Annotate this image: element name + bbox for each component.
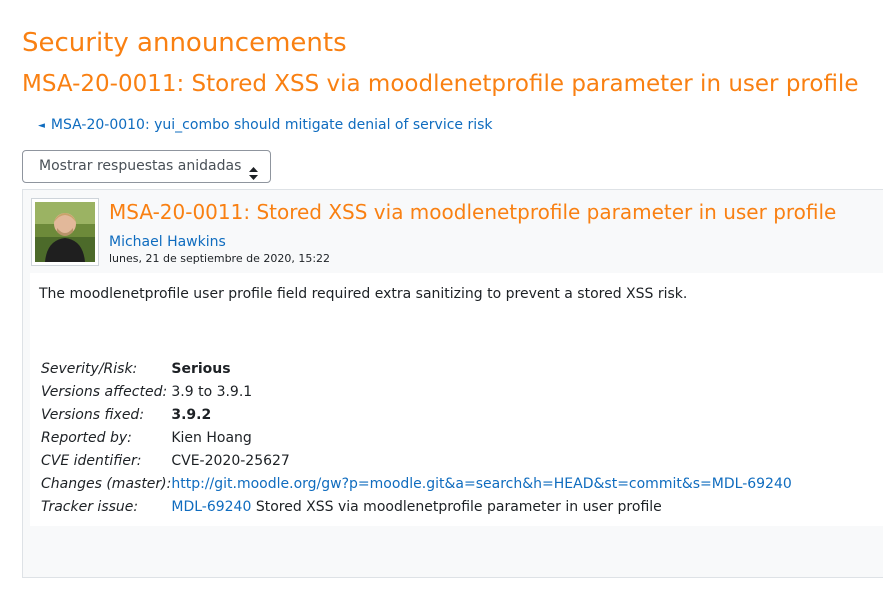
discussion-title: MSA-20-0011: Stored XSS via moodlenetpro… [22,71,859,97]
avatar-photo-icon [35,202,95,262]
page: Security announcements MSA-20-0011: Stor… [0,0,883,595]
detail-row: Changes (master): http://git.moodle.org/… [39,473,792,496]
detail-row: Tracker issue: MDL-69240 Stored XSS via … [39,496,792,519]
previous-discussion-label: MSA-20-0010: yui_combo should mitigate d… [50,117,493,133]
cve-identifier-label: CVE identifier: [41,453,142,469]
author-avatar[interactable] [31,198,99,266]
detail-row: CVE identifier: CVE-2020-25627 [39,450,792,473]
post-subject: MSA-20-0011: Stored XSS via moodlenetpro… [109,200,837,224]
previous-arrow-icon: ◄ [38,121,45,131]
severity-value: Serious [171,361,231,377]
tracker-issue-label: Tracker issue: [41,499,139,515]
reported-by-label: Reported by: [41,430,132,446]
versions-affected-label: Versions affected: [41,384,168,400]
post-date: lunes, 21 de septiembre de 2020, 15:22 [109,252,331,265]
forum-title: Security announcements [22,28,347,58]
post-message: The moodlenetprofile user profile field … [39,286,688,302]
detail-row: Versions affected: 3.9 to 3.9.1 [39,381,792,404]
tracker-issue-text: Stored XSS via moodlenetprofile paramete… [251,499,662,515]
author-link[interactable]: Michael Hawkins [109,233,226,251]
changes-label: Changes (master): [41,476,172,492]
versions-fixed-value: 3.9.2 [171,407,212,423]
tracker-issue-link[interactable]: MDL-69240 [171,499,251,515]
display-mode-select[interactable]: Mostrar respuestas anidadas [22,150,271,183]
detail-row: Reported by: Kien Hoang [39,427,792,450]
security-details-table: Severity/Risk: Serious Versions affected… [39,358,792,519]
versions-fixed-label: Versions fixed: [41,407,145,423]
previous-discussion-link[interactable]: ◄ MSA-20-0010: yui_combo should mitigate … [38,116,493,135]
display-mode-value: Mostrar respuestas anidadas [39,158,242,174]
versions-affected-value: 3.9 to 3.9.1 [171,384,253,400]
detail-row: Severity/Risk: Serious [39,358,792,381]
severity-label: Severity/Risk: [41,361,138,377]
changes-link[interactable]: http://git.moodle.org/gw?p=moodle.git&a=… [171,476,791,492]
cve-identifier-value: CVE-2020-25627 [171,453,290,469]
select-arrows-icon [249,161,258,192]
detail-row: Versions fixed: 3.9.2 [39,404,792,427]
reported-by-value: Kien Hoang [171,430,252,446]
